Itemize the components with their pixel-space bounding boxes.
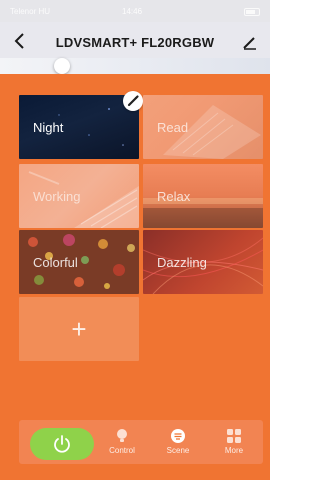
scene-tile-dazzling[interactable]: Dazzling [143,230,263,294]
scene-label: Dazzling [157,254,207,270]
tab-control[interactable]: Control [100,428,144,464]
edit-scene-icon[interactable] [123,91,143,111]
scene-label: Night [33,119,64,135]
tab-label: Scene [166,446,190,455]
device-title: LDVSMART+ FL20RGBW [55,35,215,50]
power-icon [54,435,70,453]
scene-label: Working [33,188,81,204]
scene-label: Relax [157,188,191,204]
status-bar: Telenor HU 14:46 [0,0,270,22]
scene-tile-night[interactable]: Night [19,95,139,159]
edit-pencil-icon[interactable] [242,34,258,50]
nav-bar: LDVSMART+ FL20RGBW [0,22,270,62]
tab-label: Control [109,446,135,455]
grid-icon [227,429,241,443]
bulb-icon [117,429,127,442]
brightness-slider-knob[interactable] [54,58,70,74]
tab-label: More [224,446,244,455]
scene-tile-relax[interactable]: Relax [143,164,263,228]
brightness-slider-track[interactable] [0,58,270,74]
scene-tile-working[interactable]: Working [19,164,139,228]
battery-icon [244,8,260,16]
add-scene-button[interactable]: + [19,297,139,361]
scene-tile-colorful[interactable]: Colorful [19,230,139,294]
carrier-name: Telenor HU [10,7,51,16]
clock: 14:46 [122,7,143,16]
tab-scene[interactable]: Scene [156,428,200,464]
scene-icon [171,429,185,443]
plus-icon: + [71,313,87,344]
scene-tile-read[interactable]: Read [143,95,263,159]
tab-more[interactable]: More [212,428,256,464]
power-button[interactable] [30,428,94,460]
scene-label: Read [157,119,189,135]
scene-label: Colorful [33,254,78,270]
